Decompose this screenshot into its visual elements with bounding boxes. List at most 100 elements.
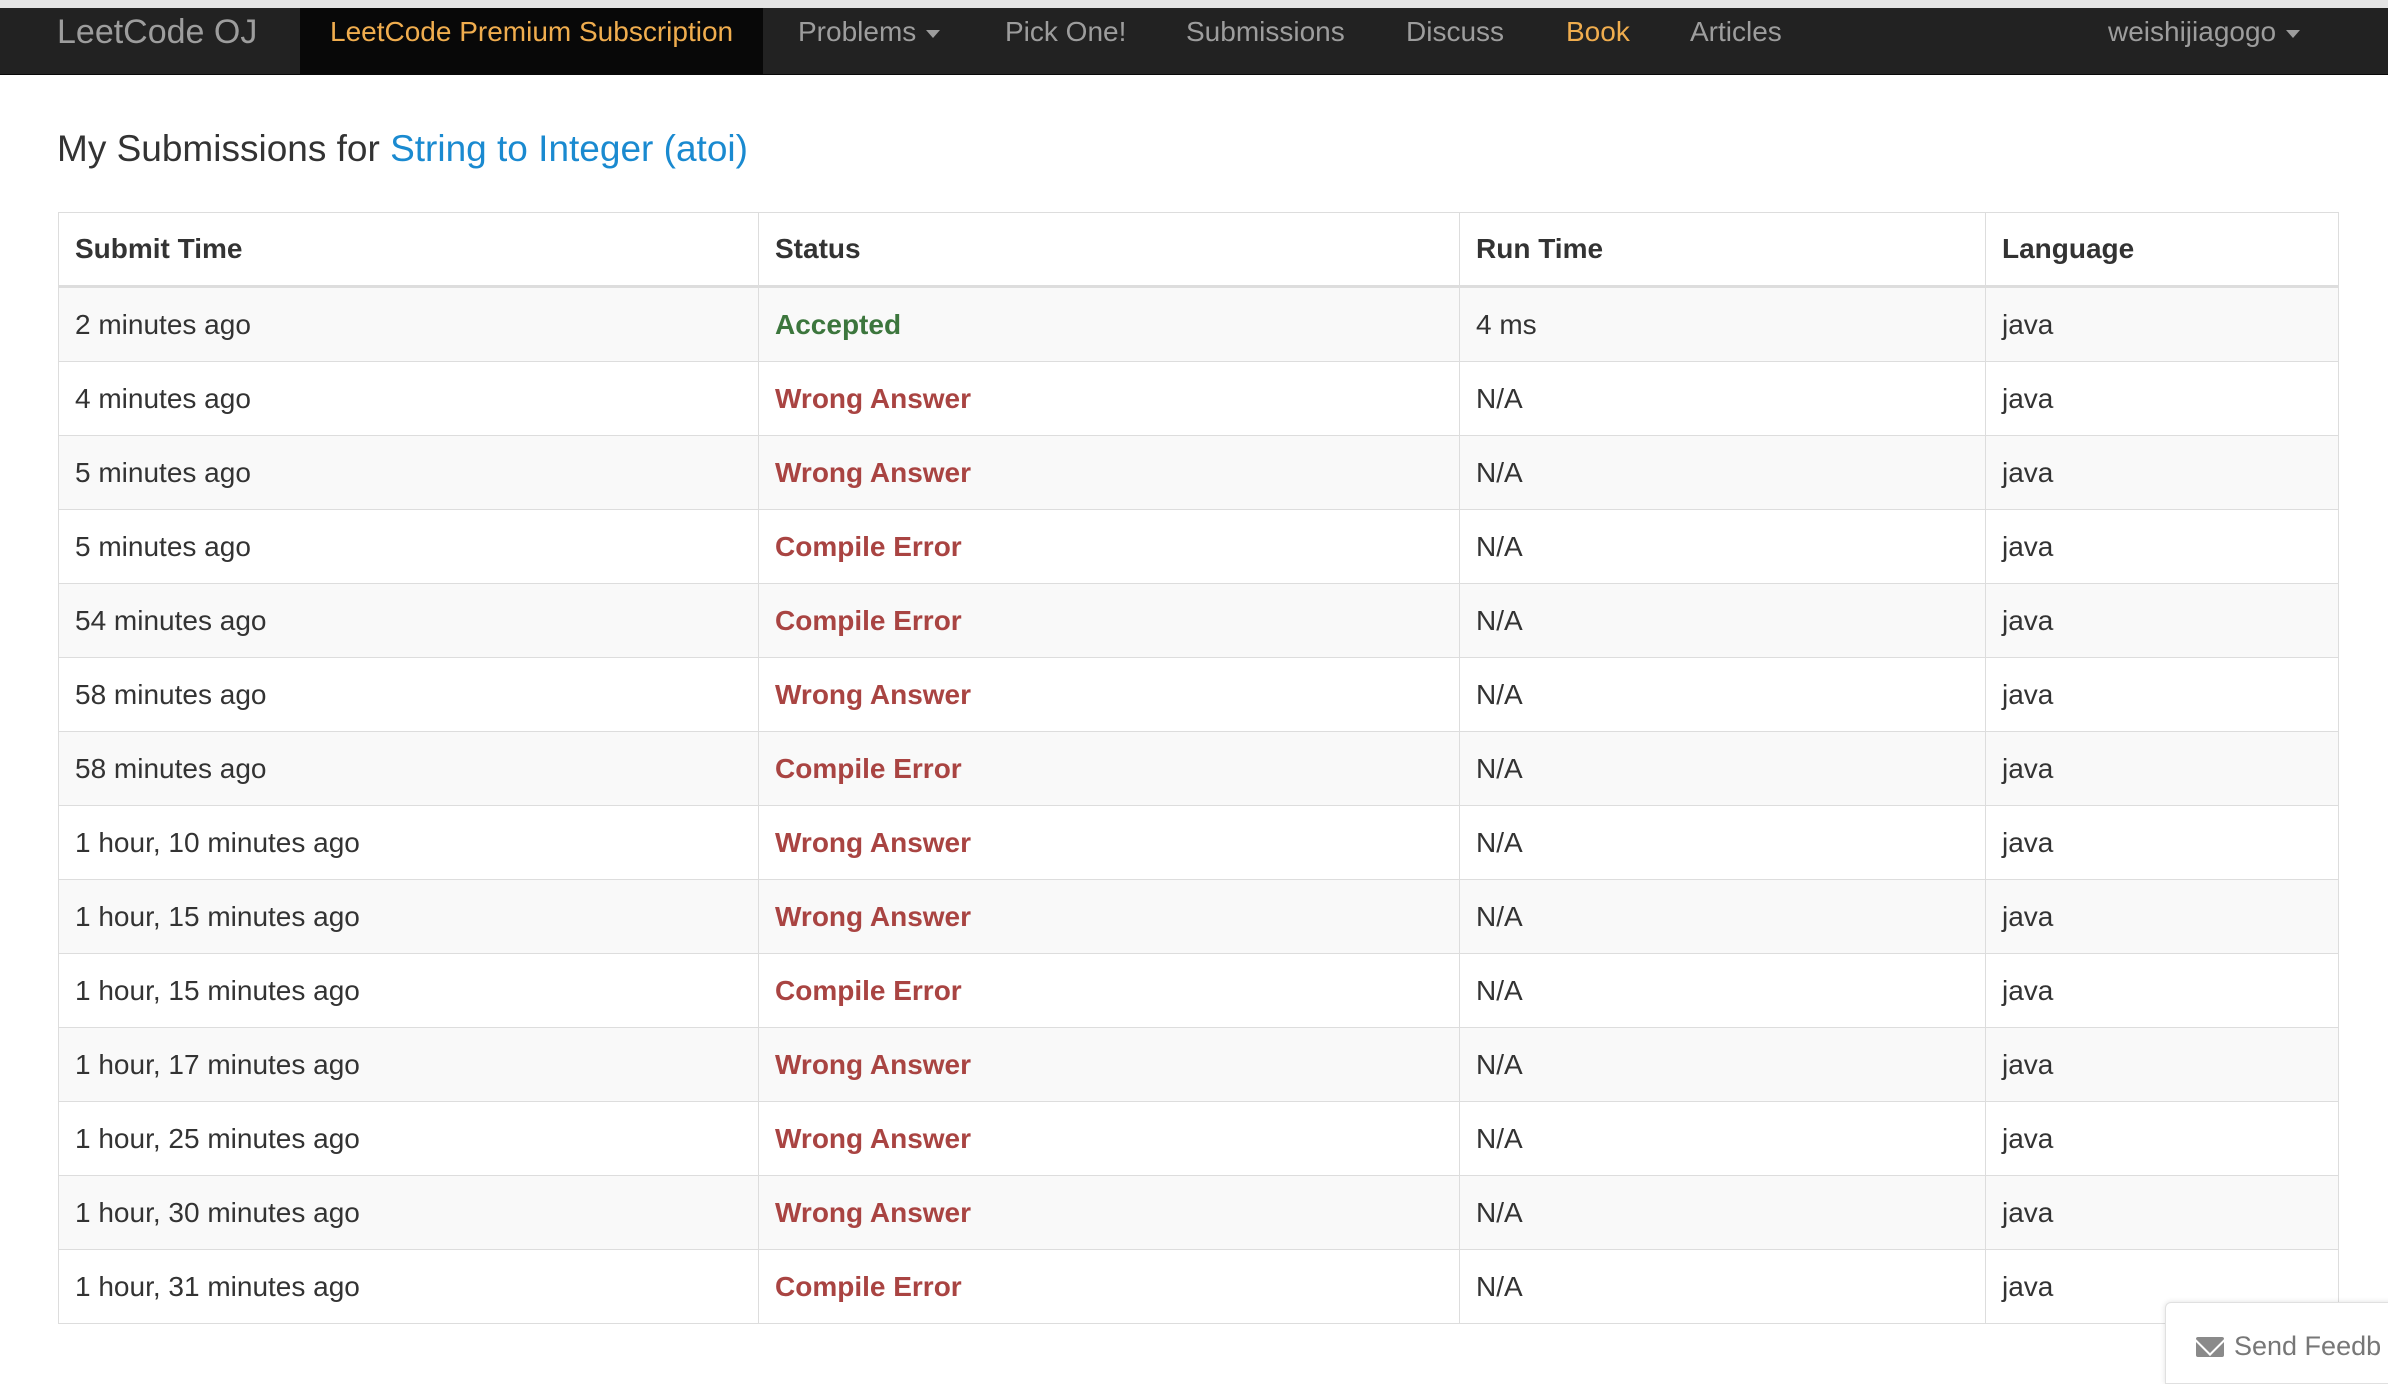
status-cell: Compile Error (758, 1249, 1460, 1324)
status-cell: Wrong Answer (758, 657, 1460, 732)
table-row: 1 hour, 15 minutes ago Wrong Answer N/A jav… (58, 879, 2339, 954)
run-time-cell: N/A (1459, 657, 1986, 732)
run-time-cell: N/A (1459, 1027, 1986, 1102)
username-label: weishijiagogo (2108, 16, 2277, 47)
header-row: Submit Time Status Run Time Language (58, 212, 2339, 288)
table-row: 1 hour, 17 minutes ago Wrong Answer N/A jav… (58, 1027, 2339, 1102)
status-cell: Compile Error (758, 583, 1460, 658)
status-cell: Wrong Answer (758, 879, 1460, 954)
user-menu[interactable]: weishijiagogo (2108, 8, 2301, 74)
table-row: 2 minutes ago Accepted 4 ms java (58, 286, 2339, 362)
language-cell: java (1985, 805, 2339, 880)
status-link[interactable]: Wrong Answer (775, 827, 971, 858)
status-link[interactable]: Wrong Answer (775, 901, 971, 932)
header-run-time: Run Time (1459, 212, 1986, 288)
table-row: 1 hour, 15 minutes ago Compile Error N/A ja… (58, 953, 2339, 1028)
submissions-link[interactable]: Submissions (1186, 8, 1345, 74)
submit-time-cell: 1 hour, 17 minutes ago (58, 1027, 759, 1102)
table-row: 1 hour, 10 minutes ago Wrong Answer N/A jav… (58, 805, 2339, 880)
language-cell: java (1985, 1027, 2339, 1102)
caret-down-icon (2286, 29, 2301, 38)
problems-menu[interactable]: Problems (798, 8, 941, 74)
status-cell: Compile Error (758, 509, 1460, 584)
status-link[interactable]: Wrong Answer (775, 1049, 971, 1080)
run-time-cell: N/A (1459, 1249, 1986, 1324)
page-title-prefix: My Submissions for (57, 128, 380, 169)
discuss-link[interactable]: Discuss (1406, 8, 1504, 74)
status-cell: Wrong Answer (758, 435, 1460, 510)
table-row: 54 minutes ago Compile Error N/A java (58, 583, 2339, 658)
table-row: 1 hour, 25 minutes ago Wrong Answer N/A jav… (58, 1101, 2339, 1176)
language-cell: java (1985, 286, 2339, 362)
header-status: Status (758, 212, 1460, 288)
problem-link[interactable]: String to Integer (atoi) (390, 128, 748, 169)
send-feedback-button[interactable]: Send Feedb (2165, 1302, 2388, 1384)
submit-time-cell: 58 minutes ago (58, 657, 759, 732)
page-title: My Submissions for String to Integer (at… (57, 128, 748, 170)
header-submit-time: Submit Time (58, 212, 759, 288)
status-link[interactable]: Accepted (775, 309, 901, 340)
run-time-cell: N/A (1459, 731, 1986, 806)
table-row: 5 minutes ago Compile Error N/A java (58, 509, 2339, 584)
table-body: 2 minutes ago Accepted 4 ms java 4 minutes a… (58, 286, 2339, 1324)
language-cell: java (1985, 1175, 2339, 1250)
book-link[interactable]: Book (1566, 8, 1630, 74)
window-top-edge (0, 0, 2388, 8)
submit-time-cell: 1 hour, 31 minutes ago (58, 1249, 759, 1324)
language-cell: java (1985, 435, 2339, 510)
submit-time-cell: 1 hour, 15 minutes ago (58, 953, 759, 1028)
submit-time-cell: 1 hour, 15 minutes ago (58, 879, 759, 954)
submit-time-cell: 5 minutes ago (58, 509, 759, 584)
status-cell: Wrong Answer (758, 361, 1460, 436)
top-navbar: LeetCode OJ LeetCode Premium Subscriptio… (0, 8, 2388, 75)
submissions-table: Submit Time Status Run Time Language 2 m… (58, 212, 2339, 1324)
send-feedback-label: Send Feedb (2234, 1331, 2382, 1361)
table-header: Submit Time Status Run Time Language (58, 212, 2339, 288)
status-cell: Accepted (758, 286, 1460, 362)
submit-time-cell: 2 minutes ago (58, 286, 759, 362)
run-time-cell: N/A (1459, 361, 1986, 436)
run-time-cell: N/A (1459, 953, 1986, 1028)
status-link[interactable]: Compile Error (775, 753, 962, 784)
header-language: Language (1985, 212, 2339, 288)
status-cell: Compile Error (758, 953, 1460, 1028)
language-cell: java (1985, 879, 2339, 954)
submit-time-cell: 4 minutes ago (58, 361, 759, 436)
status-link[interactable]: Wrong Answer (775, 1123, 971, 1154)
brand-link[interactable]: LeetCode OJ (57, 8, 257, 74)
status-cell: Wrong Answer (758, 1027, 1460, 1102)
status-link[interactable]: Compile Error (775, 531, 962, 562)
submit-time-cell: 54 minutes ago (58, 583, 759, 658)
pick-one-link[interactable]: Pick One! (1005, 8, 1126, 74)
status-link[interactable]: Wrong Answer (775, 457, 971, 488)
status-link[interactable]: Compile Error (775, 975, 962, 1006)
run-time-cell: N/A (1459, 509, 1986, 584)
articles-link[interactable]: Articles (1690, 8, 1782, 74)
run-time-cell: N/A (1459, 583, 1986, 658)
submit-time-cell: 5 minutes ago (58, 435, 759, 510)
send-feedback-content: Send Feedb (2196, 1331, 2381, 1362)
table-row: 5 minutes ago Wrong Answer N/A java (58, 435, 2339, 510)
status-link[interactable]: Compile Error (775, 605, 962, 636)
language-cell: java (1985, 509, 2339, 584)
envelope-icon (2196, 1337, 2224, 1357)
status-link[interactable]: Wrong Answer (775, 383, 971, 414)
table-row: 58 minutes ago Wrong Answer N/A java (58, 657, 2339, 732)
submit-time-cell: 1 hour, 30 minutes ago (58, 1175, 759, 1250)
problems-label: Problems (798, 16, 917, 47)
status-cell: Wrong Answer (758, 805, 1460, 880)
caret-down-icon (926, 29, 941, 38)
status-link[interactable]: Compile Error (775, 1271, 962, 1302)
table-row: 1 hour, 30 minutes ago Wrong Answer N/A jav… (58, 1175, 2339, 1250)
table-row: 58 minutes ago Compile Error N/A java (58, 731, 2339, 806)
submit-time-cell: 1 hour, 10 minutes ago (58, 805, 759, 880)
run-time-cell: N/A (1459, 1101, 1986, 1176)
status-link[interactable]: Wrong Answer (775, 1197, 971, 1228)
status-link[interactable]: Wrong Answer (775, 679, 971, 710)
language-cell: java (1985, 657, 2339, 732)
premium-subscription-link[interactable]: LeetCode Premium Subscription (300, 8, 764, 74)
language-cell: java (1985, 731, 2339, 806)
language-cell: java (1985, 583, 2339, 658)
table-row: 4 minutes ago Wrong Answer N/A java (58, 361, 2339, 436)
run-time-cell: N/A (1459, 1175, 1986, 1250)
